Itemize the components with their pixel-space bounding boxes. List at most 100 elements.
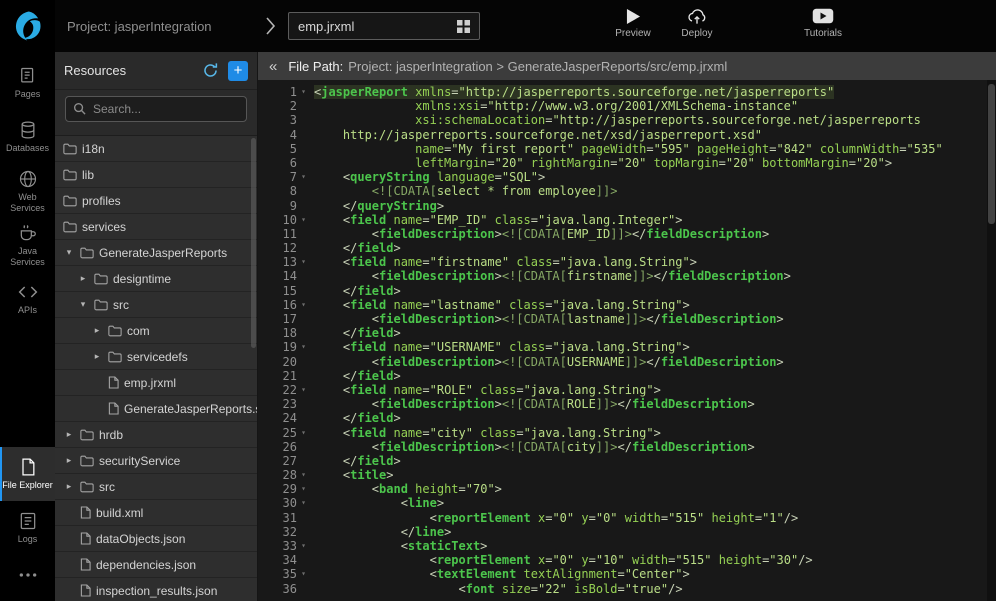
code-line[interactable]: 1▾<jasperReport xmlns="http://jasperrepo… (258, 85, 987, 99)
tree-item-dataObjects.json[interactable]: dataObjects.json (55, 526, 257, 552)
deploy-button[interactable]: Deploy (674, 7, 720, 39)
code-editor[interactable]: 1▾<jasperReport xmlns="http://jasperrepo… (258, 80, 987, 601)
fold-caret-icon[interactable]: ▾ (297, 255, 310, 269)
tree-item-src[interactable]: ▸src (55, 474, 257, 500)
file-explorer-icon (18, 457, 38, 477)
tree-item-GenerateJasperReports[interactable]: ▾GenerateJasperReports (55, 240, 257, 266)
tree-item-lib[interactable]: lib (55, 162, 257, 188)
fold-caret-icon[interactable]: ▾ (297, 213, 310, 227)
code-line[interactable]: 32 </line> (258, 525, 987, 539)
grid-icon[interactable] (457, 20, 470, 33)
collapse-panel-icon[interactable]: « (269, 58, 277, 75)
code-line[interactable]: 22▾ <field name="ROLE" class="java.lang.… (258, 383, 987, 397)
code-line[interactable]: 2 xmlns:xsi="http://www.w3.org/2001/XMLS… (258, 99, 987, 113)
code-line[interactable]: 33▾ <staticText> (258, 539, 987, 553)
sidebar-item-web-services[interactable]: Web Services (0, 164, 55, 218)
tree-item-inspection_results.json[interactable]: inspection_results.json (55, 578, 257, 601)
code-line[interactable]: 23 <fieldDescription><![CDATA[ROLE]]></f… (258, 397, 987, 411)
code-line[interactable]: 5 name="My first report" pageWidth="595"… (258, 142, 987, 156)
sidebar-item-more[interactable] (0, 555, 55, 595)
code-line[interactable]: 13▾ <field name="firstname" class="java.… (258, 255, 987, 269)
code-line[interactable]: 36 <font size="22" isBold="true"/> (258, 582, 987, 596)
tree-item-servicedefs[interactable]: ▸servicedefs (55, 344, 257, 370)
tree-item-build.xml[interactable]: build.xml (55, 500, 257, 526)
tree-item-dependencies.json[interactable]: dependencies.json (55, 552, 257, 578)
code-line[interactable]: 35▾ <textElement textAlignment="Center"> (258, 567, 987, 581)
fold-caret-icon[interactable]: ▾ (297, 298, 310, 312)
preview-button[interactable]: Preview (610, 7, 656, 39)
editor-scrollbar[interactable] (988, 84, 995, 224)
caret-down-icon[interactable]: ▾ (77, 299, 89, 310)
code-line[interactable]: 31 <reportElement x="0" y="0" width="515… (258, 511, 987, 525)
fold-spacer (297, 199, 310, 213)
fold-caret-icon[interactable]: ▾ (297, 567, 310, 581)
caret-right-icon[interactable]: ▸ (91, 351, 103, 362)
fold-caret-icon[interactable]: ▾ (297, 340, 310, 354)
caret-down-icon[interactable]: ▾ (63, 247, 75, 258)
sidebar-item-java-services[interactable]: Java Services (0, 218, 55, 272)
sidebar-item-file-explorer[interactable]: File Explorer (0, 447, 55, 501)
wavemaker-logo-icon[interactable] (0, 0, 55, 52)
search-input[interactable] (65, 96, 247, 122)
code-line[interactable]: 28▾ <title> (258, 468, 987, 482)
file-selector-dropdown[interactable]: emp.jrxml (288, 12, 480, 40)
tree-item-com[interactable]: ▸com (55, 318, 257, 344)
code-line[interactable]: 29▾ <band height="70"> (258, 482, 987, 496)
caret-right-icon[interactable]: ▸ (91, 325, 103, 336)
tree-item-hrdb[interactable]: ▸hrdb (55, 422, 257, 448)
code-line[interactable]: 19▾ <field name="USERNAME" class="java.l… (258, 340, 987, 354)
refresh-icon[interactable] (202, 62, 219, 79)
caret-right-icon[interactable]: ▸ (63, 429, 75, 440)
caret-right-icon[interactable]: ▸ (63, 455, 75, 466)
code-line[interactable]: 27 </field> (258, 454, 987, 468)
tree-item-profiles[interactable]: profiles (55, 188, 257, 214)
sidebar-item-logs[interactable]: Logs (0, 501, 55, 555)
code-line[interactable]: 7▾ <queryString language="SQL"> (258, 170, 987, 184)
fold-caret-icon[interactable]: ▾ (297, 482, 310, 496)
code-line[interactable]: 30▾ <line> (258, 496, 987, 510)
code-line[interactable]: 17 <fieldDescription><![CDATA[lastname]]… (258, 312, 987, 326)
code-line[interactable]: 6 leftMargin="20" rightMargin="20" topMa… (258, 156, 987, 170)
tree-item-emp.jrxml[interactable]: emp.jrxml (55, 370, 257, 396)
caret-right-icon[interactable]: ▸ (77, 273, 89, 284)
code-line[interactable]: 26 <fieldDescription><![CDATA[city]]></f… (258, 440, 987, 454)
code-line[interactable]: 9 </queryString> (258, 199, 987, 213)
tree-item-src[interactable]: ▾src (55, 292, 257, 318)
code-line[interactable]: 25▾ <field name="city" class="java.lang.… (258, 426, 987, 440)
code-line[interactable]: 20 <fieldDescription><![CDATA[USERNAME]]… (258, 355, 987, 369)
code-line[interactable]: 4 http://jasperreports.sourceforge.net/x… (258, 128, 987, 142)
tree-item-GenerateJasperReports.s[interactable]: GenerateJasperReports.s (55, 396, 257, 422)
code-line[interactable]: 18 </field> (258, 326, 987, 340)
caret-right-icon[interactable]: ▸ (63, 481, 75, 492)
sidebar-item-apis[interactable]: APIs (0, 272, 55, 326)
fold-caret-icon[interactable]: ▾ (297, 85, 310, 99)
code-line[interactable]: 16▾ <field name="lastname" class="java.l… (258, 298, 987, 312)
file-icon (108, 402, 119, 415)
code-line[interactable]: 21 </field> (258, 369, 987, 383)
fold-caret-icon[interactable]: ▾ (297, 170, 310, 184)
tree-item-securityService[interactable]: ▸securityService (55, 448, 257, 474)
fold-caret-icon[interactable]: ▾ (297, 539, 310, 553)
sidebar-item-label: Logs (18, 534, 38, 544)
sidebar-item-databases[interactable]: Databases (0, 110, 55, 164)
code-line[interactable]: 3 xsi:schemaLocation="http://jasperrepor… (258, 113, 987, 127)
sidebar-item-pages[interactable]: Pages (0, 56, 55, 110)
tree-item-i18n[interactable]: i18n (55, 136, 257, 162)
code-line[interactable]: 8 <![CDATA[select * from employee]]> (258, 184, 987, 198)
tree-item-services[interactable]: services (55, 214, 257, 240)
code-line[interactable]: 15 </field> (258, 284, 987, 298)
code-line[interactable]: 14 <fieldDescription><![CDATA[firstname]… (258, 269, 987, 283)
code-line[interactable]: 11 <fieldDescription><![CDATA[EMP_ID]]><… (258, 227, 987, 241)
fold-caret-icon[interactable]: ▾ (297, 383, 310, 397)
code-line[interactable]: 34 <reportElement x="0" y="10" width="51… (258, 553, 987, 567)
tree-item-designtime[interactable]: ▸designtime (55, 266, 257, 292)
fold-caret-icon[interactable]: ▾ (297, 496, 310, 510)
tutorials-button[interactable]: Tutorials (800, 7, 846, 39)
fold-caret-icon[interactable]: ▾ (297, 426, 310, 440)
code-line[interactable]: 12 </field> (258, 241, 987, 255)
code-line[interactable]: 24 </field> (258, 411, 987, 425)
add-resource-button[interactable]: + (228, 61, 248, 81)
tree-scrollbar[interactable] (251, 138, 256, 348)
fold-caret-icon[interactable]: ▾ (297, 468, 310, 482)
code-line[interactable]: 10▾ <field name="EMP_ID" class="java.lan… (258, 213, 987, 227)
